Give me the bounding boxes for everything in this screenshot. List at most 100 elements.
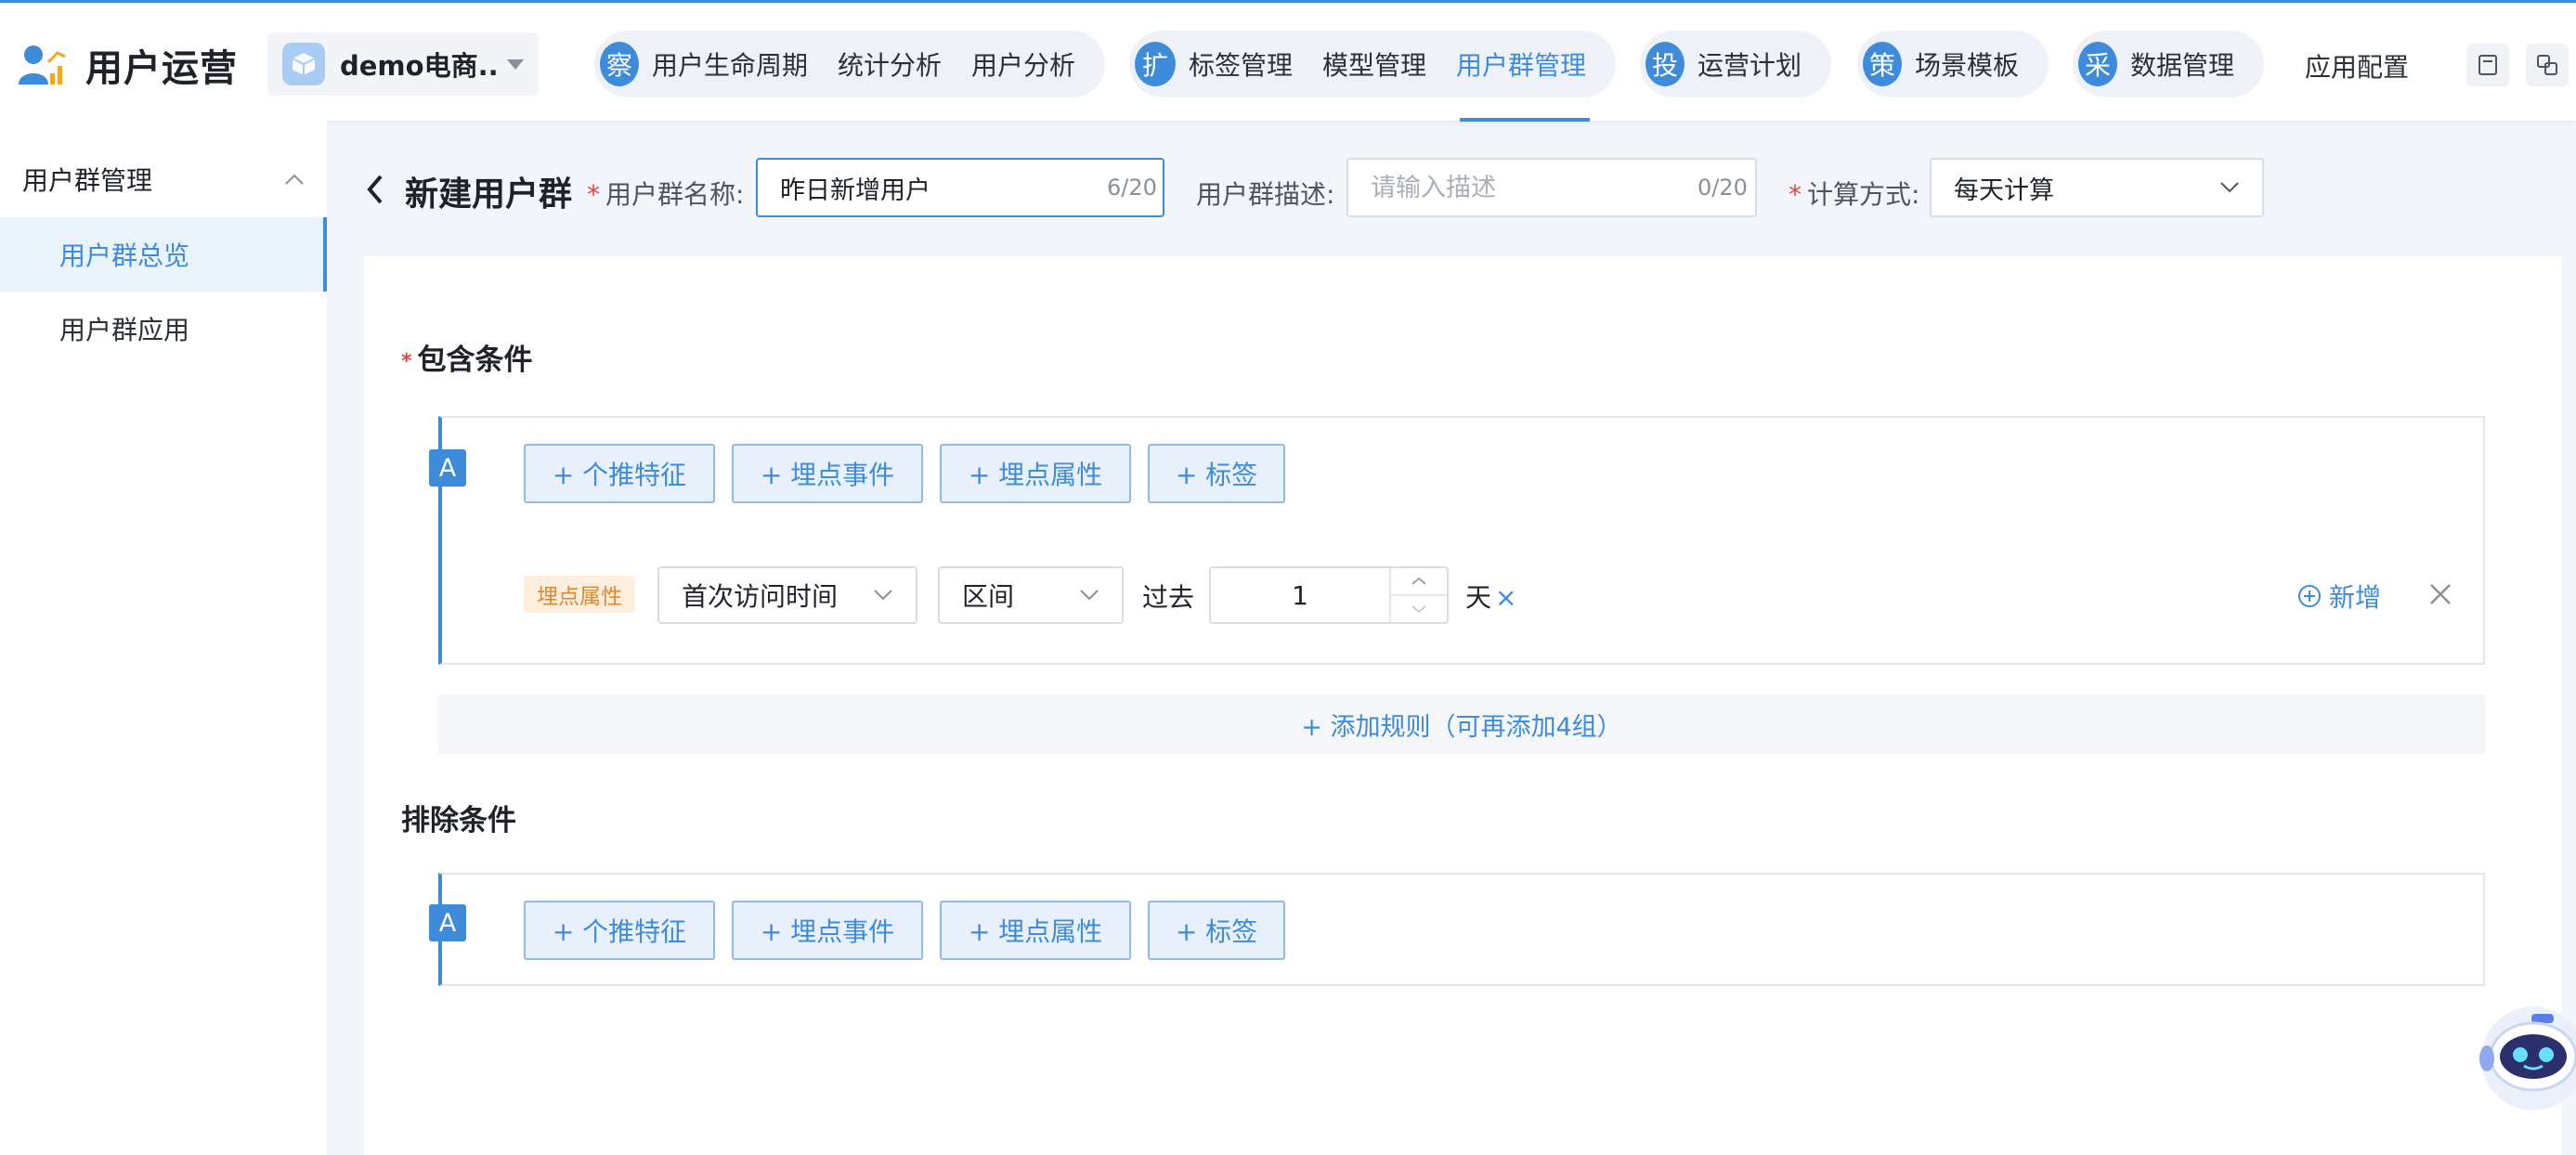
desc-char-counter: 0/20	[1698, 175, 1748, 201]
required-mark: *	[587, 179, 600, 210]
add-track-event-button[interactable]: + 埋点事件	[732, 444, 923, 503]
sidebar-group-label: 用户群管理	[22, 165, 153, 196]
chevron-down-icon	[874, 590, 892, 601]
add-condition-label: 新增	[2329, 582, 2382, 613]
remove-value-icon[interactable]: ×	[1495, 582, 1516, 613]
cube-icon	[282, 43, 325, 85]
group-tag: A	[429, 449, 466, 487]
sidebar: 用户群管理 用户群总览 用户群应用	[0, 121, 327, 1155]
add-tag-button[interactable]: + 标签	[1148, 901, 1285, 960]
add-track-event-button[interactable]: + 埋点事件	[732, 901, 923, 960]
nav-group-insight: 察 用户生命周期 统计分析 用户分析	[594, 31, 1105, 97]
desc-label: 用户群描述:	[1196, 179, 1335, 210]
nav-item-usergroup-manage[interactable]: 用户群管理	[1456, 45, 1586, 83]
plus-circle-icon	[2298, 585, 2321, 607]
desc-input[interactable]	[1371, 173, 1688, 202]
nav-group-collect: 采 数据管理	[2073, 31, 2264, 97]
condition-number-input-wrapper	[1209, 566, 1449, 624]
cube-glyph	[292, 53, 316, 75]
calc-label-text: 计算方式:	[1807, 179, 1920, 210]
chevron-down-icon	[1080, 590, 1099, 601]
nav-item-model-manage[interactable]: 模型管理	[1322, 45, 1426, 83]
required-mark: *	[401, 350, 412, 373]
chevron-down-icon	[2220, 182, 2239, 193]
nav-item-lifecycle[interactable]: 用户生命周期	[652, 45, 808, 83]
number-stepper	[1389, 568, 1447, 622]
nav-badge-deliver: 投	[1646, 42, 1685, 86]
sidebar-item-application[interactable]: 用户群应用	[0, 292, 327, 366]
nav-group-strategy: 策 场景模板	[1857, 31, 2049, 97]
chevron-up-icon	[285, 174, 304, 185]
page-title: 新建用户群	[405, 175, 573, 214]
add-track-property-button[interactable]: + 埋点属性	[940, 444, 1131, 503]
include-title: * 包含条件	[401, 336, 533, 378]
add-condition-button[interactable]: 新增	[2297, 578, 2381, 615]
document-glyph	[2478, 55, 2497, 75]
name-char-counter: 6/20	[1107, 175, 1157, 201]
active-nav-underline	[1460, 118, 1590, 122]
nav-group-deliver: 投 运营计划	[1640, 31, 1831, 97]
sidebar-item-label: 用户群总览	[59, 240, 190, 271]
nav-item-user-analysis[interactable]: 用户分析	[971, 45, 1075, 83]
name-input-wrapper: 6/20	[756, 158, 1164, 217]
condition-unit: 天 ×	[1465, 578, 1516, 615]
stepper-down-button[interactable]	[1391, 596, 1447, 622]
nav-item-statistics[interactable]: 统计分析	[838, 45, 942, 83]
exclude-rule-group: A + 个推特征 + 埋点事件 + 埋点属性 + 标签	[429, 873, 2485, 986]
include-rule-group: A + 个推特征 + 埋点事件 + 埋点属性 + 标签 埋点属性 首次访问时间 …	[429, 416, 2485, 665]
sidebar-item-overview[interactable]: 用户群总览	[0, 217, 327, 292]
nav-group-extend: 扩 标签管理 模型管理 用户群管理	[1129, 31, 1616, 97]
user-ops-logo-icon	[19, 45, 66, 84]
close-icon[interactable]	[2427, 581, 2453, 607]
calc-method-value: 每天计算	[1954, 175, 2054, 205]
brand[interactable]: 用户运营	[17, 38, 238, 92]
condition-operator-select[interactable]: 区间	[938, 566, 1124, 624]
stepper-up-button[interactable]	[1391, 568, 1447, 596]
robot-assistant-icon[interactable]	[2466, 1003, 2576, 1114]
condition-field-select[interactable]: 首次访问时间	[657, 566, 917, 624]
top-header: 用户运营 demo电商... 察 用户生命周期 统计分析 用户分析 扩 标签管理…	[0, 0, 2576, 122]
add-track-property-button[interactable]: + 埋点属性	[940, 901, 1131, 960]
nav-item-ops-plan[interactable]: 运营计划	[1698, 45, 1802, 83]
condition-operator-value: 区间	[962, 581, 1015, 612]
name-label-text: 用户群名称:	[605, 179, 745, 210]
nav-badge-strategy: 策	[1863, 42, 1902, 86]
back-arrow-icon[interactable]	[362, 171, 388, 208]
nav-item-scene-template[interactable]: 场景模板	[1915, 45, 2019, 83]
name-input[interactable]	[780, 173, 1098, 202]
add-getui-feature-button[interactable]: + 个推特征	[524, 901, 715, 960]
chevron-up-icon	[1412, 577, 1426, 585]
caret-down-icon	[507, 58, 524, 70]
project-selector[interactable]: demo电商...	[267, 32, 539, 96]
chevron-down-icon	[1412, 605, 1426, 614]
condition-unit-text: 天	[1465, 582, 1492, 613]
desc-input-wrapper: 0/20	[1347, 158, 1757, 217]
nav-item-data-manage[interactable]: 数据管理	[2130, 45, 2234, 83]
sidebar-group-usergroup[interactable]: 用户群管理	[0, 147, 327, 212]
include-title-text: 包含条件	[417, 344, 533, 377]
app-title: 用户运营	[85, 47, 238, 90]
nav-badge-extend: 扩	[1135, 42, 1176, 86]
switch-screen-glyph	[2537, 55, 2557, 75]
condition-type-tag: 埋点属性	[524, 576, 635, 613]
nav-badge-insight: 察	[600, 42, 639, 86]
condition-number-input[interactable]	[1211, 579, 1389, 611]
condition-prefix: 过去	[1142, 582, 1195, 613]
exclude-title: 排除条件	[401, 804, 516, 837]
calc-method-select[interactable]: 每天计算	[1930, 158, 2264, 217]
add-rule-button[interactable]: + 添加规则（可再添加4组）	[438, 694, 2485, 754]
nav-badge-collect: 采	[2078, 42, 2117, 86]
add-getui-feature-button[interactable]: + 个推特征	[524, 444, 715, 503]
name-label: * 用户群名称:	[587, 175, 744, 212]
required-mark: *	[1789, 179, 1802, 210]
calc-label: * 计算方式:	[1789, 175, 1919, 212]
switch-screen-icon[interactable]	[2526, 44, 2569, 86]
nav-item-app-config[interactable]: 应用配置	[2305, 47, 2409, 84]
project-name: demo电商...	[340, 50, 500, 82]
main-card: * 包含条件 A + 个推特征 + 埋点事件 + 埋点属性 + 标签 埋点属性 首…	[364, 256, 2561, 1155]
nav-item-tag-manage[interactable]: 标签管理	[1189, 45, 1293, 83]
document-icon[interactable]	[2466, 44, 2509, 86]
add-tag-button[interactable]: + 标签	[1148, 444, 1285, 503]
condition-field-value: 首次访问时间	[682, 581, 839, 612]
group-tag: A	[429, 904, 466, 941]
